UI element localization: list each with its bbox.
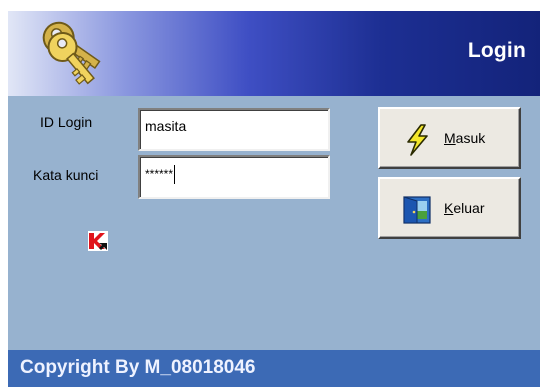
password-field[interactable]: ****** (138, 155, 330, 199)
text-caret (174, 165, 176, 184)
footer-bar: Copyright By M_08018046 (8, 350, 540, 387)
keluar-button[interactable]: Keluar (378, 177, 521, 239)
lightning-icon (407, 124, 428, 156)
id-login-value: masita (145, 118, 187, 134)
kaspersky-icon[interactable] (88, 231, 108, 251)
id-login-field[interactable]: masita (138, 108, 330, 151)
copyright-text: Copyright By M_08018046 (20, 357, 256, 378)
login-header: Login (8, 11, 540, 96)
keys-icon (42, 21, 101, 85)
keluar-label: Keluar (444, 200, 485, 216)
login-window: Login ID Login masita Kata kunci ****** … (8, 11, 540, 387)
password-label: Kata kunci (33, 167, 99, 183)
masuk-label: Masuk (444, 130, 486, 146)
exit-door-icon (403, 196, 431, 224)
password-value: ****** (145, 167, 174, 181)
id-login-label: ID Login (40, 114, 93, 130)
page-title: Login (467, 39, 526, 62)
masuk-button[interactable]: Masuk (378, 107, 521, 169)
